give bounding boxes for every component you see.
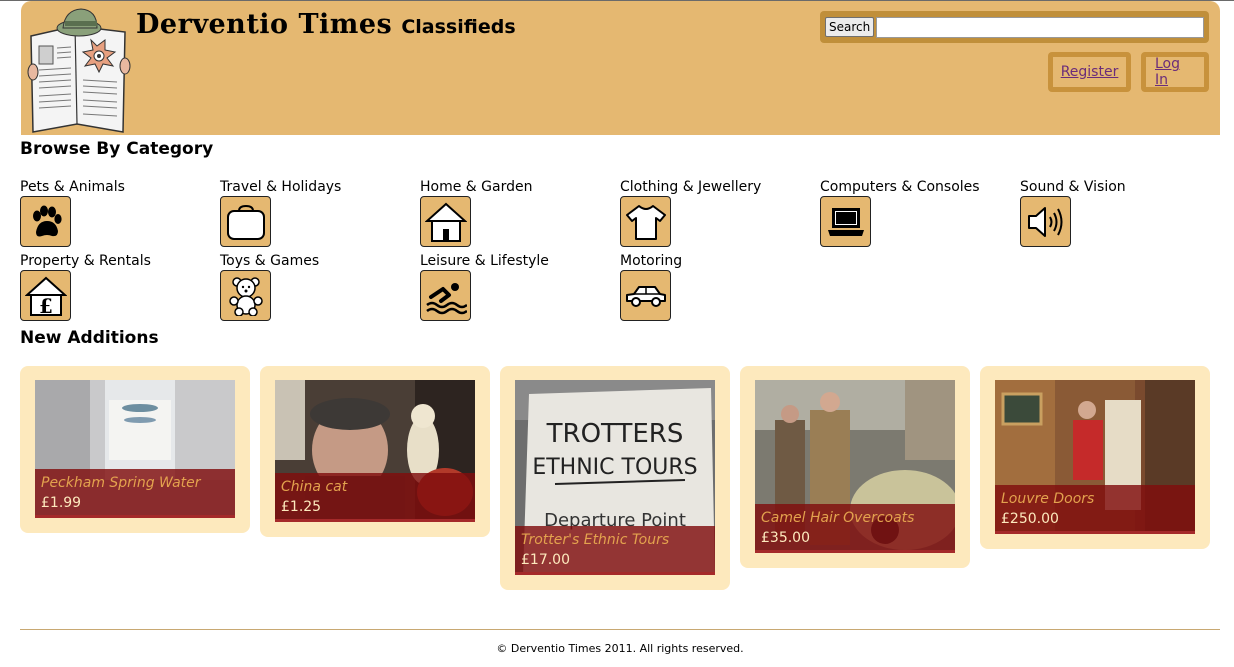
speaker-icon [1027,206,1062,237]
listing-price: £1.99 [41,495,82,511]
category-pets-animals[interactable]: Pets & Animals [20,178,220,247]
listing-title[interactable]: Trotter's Ethnic Tours [521,532,709,548]
category-label[interactable]: Travel & Holidays [220,178,420,196]
category-tile[interactable] [1020,196,1071,247]
category-label[interactable]: Motoring [620,252,820,270]
listing-photo[interactable]: Peckham Spring Water £1.99 [35,380,235,518]
search-box: Search [820,11,1209,43]
category-tile[interactable] [20,196,71,247]
car-icon [625,285,666,307]
listing-card[interactable]: Peckham Spring Water £1.99 [20,366,250,533]
house-icon [424,202,467,242]
listing-title[interactable]: China cat [281,479,469,495]
listing-caption: China cat £1.25 [275,473,475,522]
category-tile[interactable] [620,270,671,321]
tshirt-icon [625,204,666,240]
register-link[interactable]: Register [1052,64,1128,80]
listing-title[interactable]: Camel Hair Overcoats [761,510,949,526]
listing-caption: Camel Hair Overcoats £35.00 [755,504,955,553]
register-button[interactable]: Register [1048,52,1131,92]
listing-title[interactable]: Peckham Spring Water [41,475,229,491]
category-label[interactable]: Property & Rentals [20,252,220,270]
category-tile[interactable] [420,270,471,321]
listing-title[interactable]: Louvre Doors [1001,491,1189,507]
category-label[interactable]: Clothing & Jewellery [620,178,820,196]
listing-price: £1.25 [281,499,322,515]
category-label[interactable]: Leisure & Lifestyle [420,252,620,270]
login-link[interactable]: Log In [1146,56,1204,88]
listing-photo[interactable]: China cat £1.25 [275,380,475,522]
search-button[interactable]: Search [825,17,875,37]
listing-card[interactable]: TROTTERS ETHNIC TOURS Departure Point Tr… [500,366,730,590]
category-label[interactable]: Home & Garden [420,178,620,196]
sign-text-line-2: ETHNIC TOURS [532,455,697,480]
listing-price: £17.00 [521,552,570,568]
browse-heading: Browse By Category [20,139,214,159]
listing-card[interactable]: China cat £1.25 [260,366,490,537]
category-sound-vision[interactable]: Sound & Vision [1020,178,1220,247]
category-tile[interactable] [620,196,671,247]
site-brand: Derventio Times Classifieds [136,9,516,40]
listing-caption: Peckham Spring Water £1.99 [35,469,235,518]
category-label[interactable]: Computers & Consoles [820,178,1020,196]
svg-text:£: £ [39,294,53,317]
category-label[interactable]: Sound & Vision [1020,178,1220,196]
listing-caption: Louvre Doors £250.00 [995,485,1195,534]
listing-photo[interactable]: TROTTERS ETHNIC TOURS Departure Point Tr… [515,380,715,575]
category-tile[interactable]: £ [20,270,71,321]
new-additions-heading: New Additions [20,328,159,348]
listing-price: £35.00 [761,530,810,546]
category-label[interactable]: Toys & Games [220,252,420,270]
swimmer-icon [425,282,467,314]
listing-card[interactable]: Camel Hair Overcoats £35.00 [740,366,970,568]
category-tile[interactable] [220,270,271,321]
category-tile[interactable] [820,196,871,247]
suitcase-icon [226,204,265,240]
listing-price: £250.00 [1001,511,1059,527]
category-tile[interactable] [220,196,271,247]
category-tile[interactable] [420,196,471,247]
category-computers-consoles[interactable]: Computers & Consoles [820,178,1020,247]
search-input[interactable] [876,16,1204,38]
login-button[interactable]: Log In [1141,52,1209,92]
sign-text-line-1: TROTTERS [546,419,684,449]
site-header: Derventio Times Classifieds Search Regis… [21,1,1220,135]
house-pound-icon: £ [24,276,67,317]
teddy-bear-icon [228,276,263,316]
category-label[interactable]: Pets & Animals [20,178,220,196]
category-leisure-lifestyle[interactable]: Leisure & Lifestyle [420,252,620,321]
listing-photo[interactable]: Camel Hair Overcoats £35.00 [755,380,955,553]
category-travel-holidays[interactable]: Travel & Holidays [220,178,420,247]
category-home-garden[interactable]: Home & Garden [420,178,620,247]
paw-icon [32,205,62,236]
listing-caption: Trotter's Ethnic Tours £17.00 [515,526,715,575]
site-name: Derventio Times [136,9,393,40]
newspaper-reader-logo[interactable] [25,6,131,134]
listing-photo[interactable]: Louvre Doors £250.00 [995,380,1195,534]
listing-card[interactable]: Louvre Doors £250.00 [980,366,1210,549]
laptop-icon [827,207,864,236]
category-property-rentals[interactable]: Property & Rentals £ [20,252,220,321]
category-clothing-jewellery[interactable]: Clothing & Jewellery [620,178,820,247]
site-subtitle: Classifieds [401,16,516,38]
category-motoring[interactable]: Motoring [620,252,820,321]
footer-divider [20,629,1220,630]
footer-copyright: © Derventio Times 2011. All rights reser… [496,642,744,655]
category-toys-games[interactable]: Toys & Games [220,252,420,321]
